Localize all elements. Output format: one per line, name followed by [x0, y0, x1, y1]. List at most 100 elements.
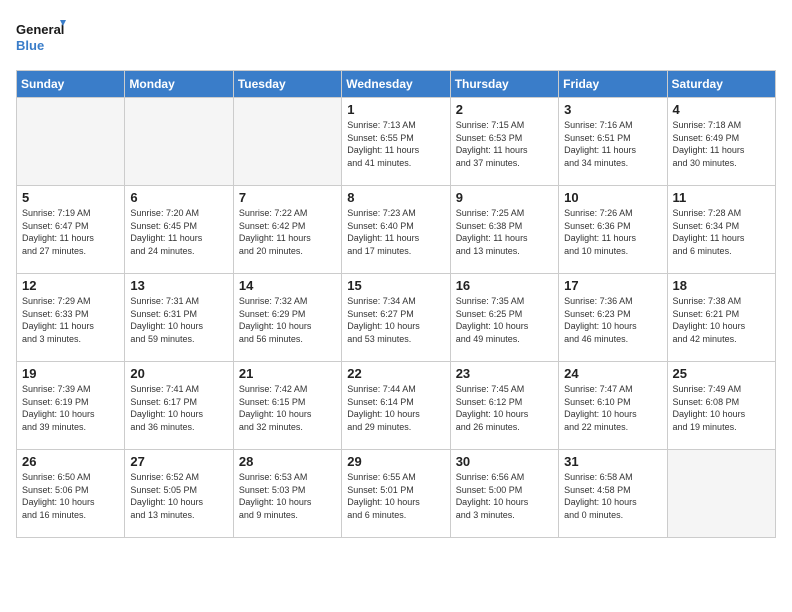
weekday-header: Wednesday [342, 71, 450, 98]
calendar-cell: 16 Sunrise: 7:35 AM Sunset: 6:25 PM Dayli… [450, 274, 558, 362]
calendar-cell: 18 Sunrise: 7:38 AM Sunset: 6:21 PM Dayli… [667, 274, 775, 362]
day-info: Sunrise: 7:38 AM Sunset: 6:21 PM Dayligh… [673, 295, 770, 345]
day-number: 14 [239, 278, 336, 293]
day-info: Sunrise: 7:42 AM Sunset: 6:15 PM Dayligh… [239, 383, 336, 433]
calendar-cell: 29 Sunrise: 6:55 AM Sunset: 5:01 PM Dayli… [342, 450, 450, 538]
day-info: Sunrise: 7:39 AM Sunset: 6:19 PM Dayligh… [22, 383, 119, 433]
day-info: Sunrise: 7:49 AM Sunset: 6:08 PM Dayligh… [673, 383, 770, 433]
day-info: Sunrise: 6:58 AM Sunset: 4:58 PM Dayligh… [564, 471, 661, 521]
calendar-cell: 27 Sunrise: 6:52 AM Sunset: 5:05 PM Dayli… [125, 450, 233, 538]
day-number: 25 [673, 366, 770, 381]
day-number: 23 [456, 366, 553, 381]
day-number: 1 [347, 102, 444, 117]
calendar-cell: 10 Sunrise: 7:26 AM Sunset: 6:36 PM Dayli… [559, 186, 667, 274]
svg-text:General: General [16, 22, 64, 37]
day-number: 8 [347, 190, 444, 205]
day-number: 18 [673, 278, 770, 293]
day-info: Sunrise: 7:36 AM Sunset: 6:23 PM Dayligh… [564, 295, 661, 345]
calendar-cell: 21Sunrise: 7:42 AM Sunset: 6:15 PM Dayli… [233, 362, 341, 450]
calendar-cell: 4 Sunrise: 7:18 AM Sunset: 6:49 PM Daylig… [667, 98, 775, 186]
day-number: 6 [130, 190, 227, 205]
calendar-cell [667, 450, 775, 538]
calendar-cell: 31Sunrise: 6:58 AM Sunset: 4:58 PM Dayli… [559, 450, 667, 538]
day-number: 4 [673, 102, 770, 117]
calendar-cell: 17 Sunrise: 7:36 AM Sunset: 6:23 PM Dayli… [559, 274, 667, 362]
day-info: Sunrise: 6:55 AM Sunset: 5:01 PM Dayligh… [347, 471, 444, 521]
calendar-cell [233, 98, 341, 186]
calendar-cell: 30 Sunrise: 6:56 AM Sunset: 5:00 PM Dayli… [450, 450, 558, 538]
day-info: Sunrise: 6:56 AM Sunset: 5:00 PM Dayligh… [456, 471, 553, 521]
calendar-cell: 26Sunrise: 6:50 AM Sunset: 5:06 PM Dayli… [17, 450, 125, 538]
day-number: 17 [564, 278, 661, 293]
day-number: 11 [673, 190, 770, 205]
logo-svg: General Blue [16, 16, 66, 58]
day-number: 9 [456, 190, 553, 205]
day-info: Sunrise: 7:13 AM Sunset: 6:55 PM Dayligh… [347, 119, 444, 169]
calendar-cell: 8 Sunrise: 7:23 AM Sunset: 6:40 PM Daylig… [342, 186, 450, 274]
day-info: Sunrise: 6:53 AM Sunset: 5:03 PM Dayligh… [239, 471, 336, 521]
day-info: Sunrise: 7:26 AM Sunset: 6:36 PM Dayligh… [564, 207, 661, 257]
calendar-cell: 9Sunrise: 7:25 AM Sunset: 6:38 PM Daylig… [450, 186, 558, 274]
day-number: 10 [564, 190, 661, 205]
calendar-cell: 14 Sunrise: 7:32 AM Sunset: 6:29 PM Dayli… [233, 274, 341, 362]
day-info: Sunrise: 7:15 AM Sunset: 6:53 PM Dayligh… [456, 119, 553, 169]
day-info: Sunrise: 7:16 AM Sunset: 6:51 PM Dayligh… [564, 119, 661, 169]
day-number: 29 [347, 454, 444, 469]
day-number: 24 [564, 366, 661, 381]
svg-text:Blue: Blue [16, 38, 44, 53]
weekday-header: Saturday [667, 71, 775, 98]
day-number: 22 [347, 366, 444, 381]
calendar-cell: 15 Sunrise: 7:34 AM Sunset: 6:27 PM Dayli… [342, 274, 450, 362]
day-info: Sunrise: 7:23 AM Sunset: 6:40 PM Dayligh… [347, 207, 444, 257]
day-number: 20 [130, 366, 227, 381]
calendar-cell: 23 Sunrise: 7:45 AM Sunset: 6:12 PM Dayli… [450, 362, 558, 450]
calendar-cell: 12 Sunrise: 7:29 AM Sunset: 6:33 PM Dayli… [17, 274, 125, 362]
weekday-header: Thursday [450, 71, 558, 98]
weekday-header: Tuesday [233, 71, 341, 98]
day-number: 30 [456, 454, 553, 469]
day-number: 16 [456, 278, 553, 293]
calendar-cell: 28 Sunrise: 6:53 AM Sunset: 5:03 PM Dayli… [233, 450, 341, 538]
day-number: 13 [130, 278, 227, 293]
day-info: Sunrise: 7:44 AM Sunset: 6:14 PM Dayligh… [347, 383, 444, 433]
calendar-cell: 6 Sunrise: 7:20 AM Sunset: 6:45 PM Daylig… [125, 186, 233, 274]
day-info: Sunrise: 6:52 AM Sunset: 5:05 PM Dayligh… [130, 471, 227, 521]
day-info: Sunrise: 7:20 AM Sunset: 6:45 PM Dayligh… [130, 207, 227, 257]
calendar-table: SundayMondayTuesdayWednesdayThursdayFrid… [16, 70, 776, 538]
day-info: Sunrise: 7:29 AM Sunset: 6:33 PM Dayligh… [22, 295, 119, 345]
calendar-cell: 2 Sunrise: 7:15 AM Sunset: 6:53 PM Daylig… [450, 98, 558, 186]
day-info: Sunrise: 7:41 AM Sunset: 6:17 PM Dayligh… [130, 383, 227, 433]
calendar-cell [125, 98, 233, 186]
calendar-cell: 25 Sunrise: 7:49 AM Sunset: 6:08 PM Dayli… [667, 362, 775, 450]
weekday-header: Friday [559, 71, 667, 98]
day-info: Sunrise: 7:18 AM Sunset: 6:49 PM Dayligh… [673, 119, 770, 169]
calendar-cell: 1 Sunrise: 7:13 AM Sunset: 6:55 PM Daylig… [342, 98, 450, 186]
day-info: Sunrise: 7:19 AM Sunset: 6:47 PM Dayligh… [22, 207, 119, 257]
day-info: Sunrise: 7:35 AM Sunset: 6:25 PM Dayligh… [456, 295, 553, 345]
calendar-cell: 11 Sunrise: 7:28 AM Sunset: 6:34 PM Dayli… [667, 186, 775, 274]
day-info: Sunrise: 6:50 AM Sunset: 5:06 PM Dayligh… [22, 471, 119, 521]
day-info: Sunrise: 7:32 AM Sunset: 6:29 PM Dayligh… [239, 295, 336, 345]
weekday-header: Monday [125, 71, 233, 98]
calendar-cell [17, 98, 125, 186]
calendar-cell: 24 Sunrise: 7:47 AM Sunset: 6:10 PM Dayli… [559, 362, 667, 450]
calendar-cell: 7Sunrise: 7:22 AM Sunset: 6:42 PM Daylig… [233, 186, 341, 274]
calendar-cell: 13 Sunrise: 7:31 AM Sunset: 6:31 PM Dayli… [125, 274, 233, 362]
calendar-cell: 20 Sunrise: 7:41 AM Sunset: 6:17 PM Dayli… [125, 362, 233, 450]
page-header: General Blue [16, 16, 776, 58]
day-number: 28 [239, 454, 336, 469]
day-info: Sunrise: 7:28 AM Sunset: 6:34 PM Dayligh… [673, 207, 770, 257]
calendar-cell: 3Sunrise: 7:16 AM Sunset: 6:51 PM Daylig… [559, 98, 667, 186]
day-number: 2 [456, 102, 553, 117]
day-info: Sunrise: 7:47 AM Sunset: 6:10 PM Dayligh… [564, 383, 661, 433]
day-info: Sunrise: 7:22 AM Sunset: 6:42 PM Dayligh… [239, 207, 336, 257]
day-number: 19 [22, 366, 119, 381]
day-info: Sunrise: 7:45 AM Sunset: 6:12 PM Dayligh… [456, 383, 553, 433]
day-info: Sunrise: 7:34 AM Sunset: 6:27 PM Dayligh… [347, 295, 444, 345]
day-number: 12 [22, 278, 119, 293]
day-number: 15 [347, 278, 444, 293]
day-info: Sunrise: 7:31 AM Sunset: 6:31 PM Dayligh… [130, 295, 227, 345]
day-number: 5 [22, 190, 119, 205]
day-number: 27 [130, 454, 227, 469]
calendar-cell: 22 Sunrise: 7:44 AM Sunset: 6:14 PM Dayli… [342, 362, 450, 450]
